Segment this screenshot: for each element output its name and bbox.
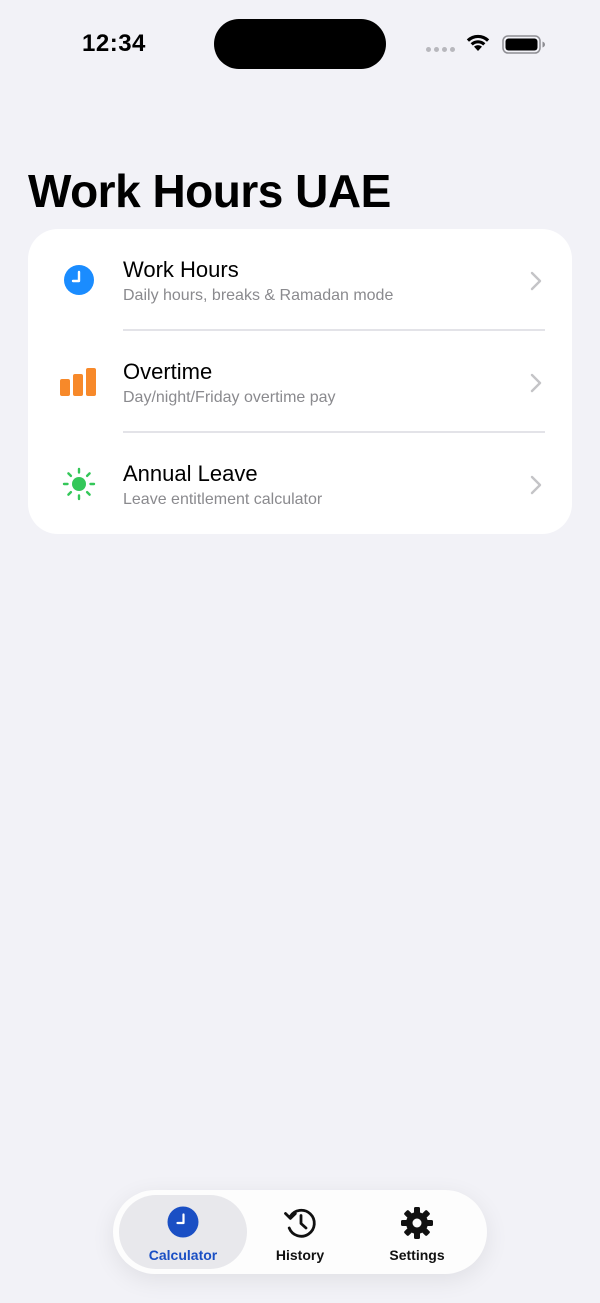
menu-item-title: Overtime [123,359,213,384]
menu-item-annual-leave[interactable]: Annual Leave Leave entitlement calculato… [28,433,572,535]
tab-settings[interactable]: Settings [353,1195,481,1269]
chevron-right-icon [530,271,542,291]
history-icon [236,1206,364,1240]
menu-item-subtitle: Day/night/Friday overtime pay [123,389,336,406]
tab-label: Settings [389,1247,445,1263]
chevron-right-icon [530,373,542,393]
page-title: Work Hours UAE [28,165,391,217]
menu-item-subtitle: Daily hours, breaks & Ramadan mode [123,287,394,304]
clock-icon [119,1206,247,1238]
gear-icon [353,1206,481,1240]
tab-history[interactable]: History [236,1195,364,1269]
sun-icon [58,466,100,502]
tab-bar: Calculator History Settings [113,1190,487,1274]
calculator-menu-card: Work Hours Daily hours, breaks & Ramadan… [28,229,572,534]
menu-item-title: Work Hours [123,257,239,282]
menu-item-overtime[interactable]: Overtime Day/night/Friday overtime pay [28,331,572,433]
tab-label: Calculator [148,1247,218,1263]
wifi-icon [466,34,490,51]
tab-label: History [275,1247,325,1263]
status-bar: 12:34 [0,0,600,90]
menu-item-work-hours[interactable]: Work Hours Daily hours, breaks & Ramadan… [28,229,572,331]
battery-icon [502,35,545,54]
status-time: 12:34 [82,30,146,57]
bar-chart-icon [58,364,100,400]
clock-icon [58,262,100,298]
chevron-right-icon [530,475,542,495]
cellular-signal-icon [426,47,455,52]
tab-calculator[interactable]: Calculator [119,1195,247,1269]
dynamic-island [214,19,386,69]
menu-item-subtitle: Leave entitlement calculator [123,491,323,508]
menu-item-title: Annual Leave [123,461,258,486]
